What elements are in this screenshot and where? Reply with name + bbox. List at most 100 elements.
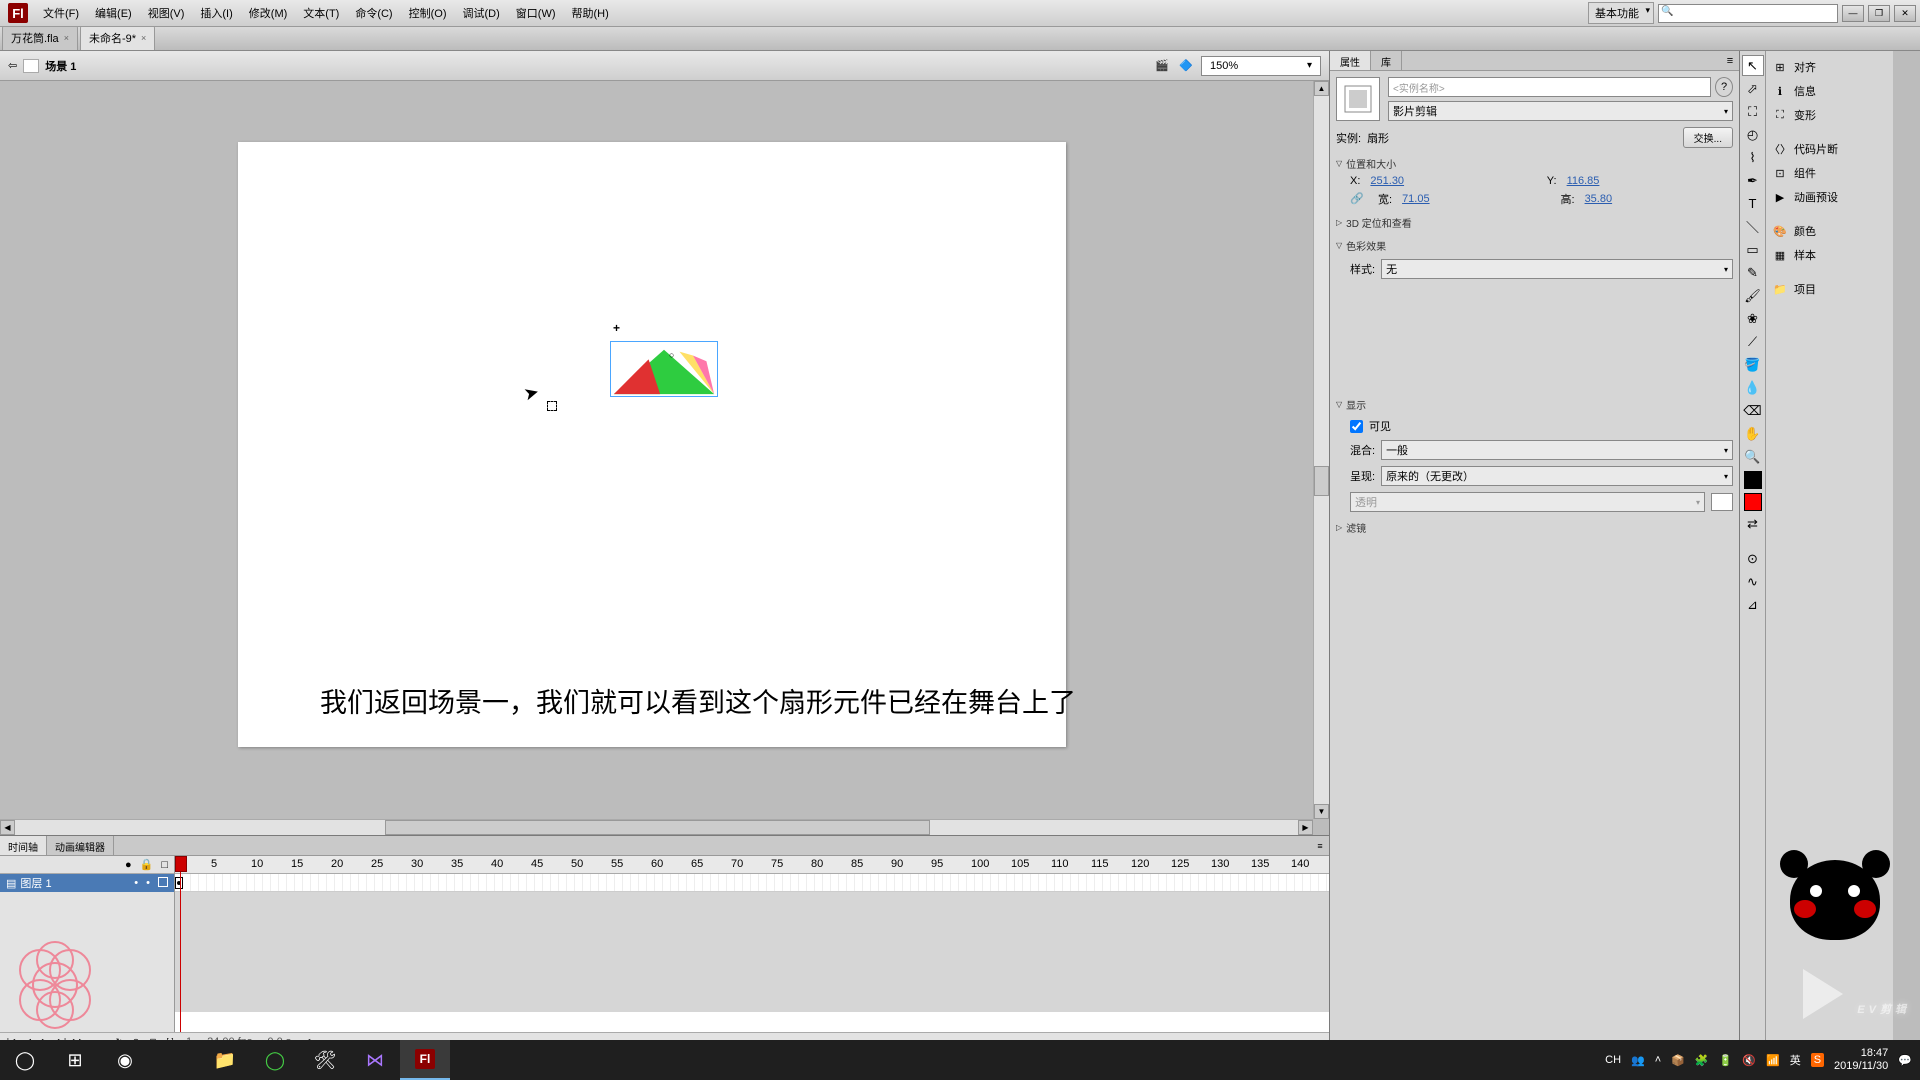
straighten-option-icon[interactable]: ⊿ <box>1742 594 1764 615</box>
fill-color-swatch[interactable] <box>1744 493 1762 511</box>
keyframe-icon[interactable] <box>175 877 183 889</box>
panel-align[interactable]: ⊞对齐 <box>1770 55 1889 79</box>
y-value[interactable]: 116.85 <box>1567 175 1733 187</box>
taskbar-clock[interactable]: 18:47 2019/11/30 <box>1834 1047 1888 1073</box>
lock-column-icon[interactable]: 🔒 <box>140 858 154 871</box>
tab-library[interactable]: 库 <box>1371 51 1402 70</box>
browser-icon[interactable]: ◯ <box>250 1040 300 1080</box>
tray-chevron-icon[interactable]: ˄ <box>1655 1054 1661 1066</box>
section-filters[interactable]: 滤镜 <box>1336 520 1733 535</box>
tray-app-icon[interactable]: 🧩 <box>1695 1054 1709 1067</box>
zoom-tool-icon[interactable]: 🔍 <box>1742 446 1764 467</box>
menu-window[interactable]: 窗口(W) <box>509 1 563 25</box>
close-button[interactable]: ✕ <box>1894 5 1916 22</box>
scroll-left-icon[interactable]: ◀ <box>0 820 15 835</box>
section-3d[interactable]: 3D 定位和查看 <box>1336 215 1733 230</box>
horizontal-scrollbar[interactable]: ◀ ▶ <box>0 819 1313 835</box>
section-colorfx[interactable]: 色彩效果 <box>1336 238 1733 253</box>
task-view-button[interactable]: ⊞ <box>50 1040 100 1080</box>
deco-tool-icon[interactable]: ❀ <box>1742 308 1764 329</box>
bg-color-swatch[interactable] <box>1711 493 1733 511</box>
tab-timeline[interactable]: 时间轴 <box>0 836 47 855</box>
scroll-thumb[interactable] <box>1314 466 1329 496</box>
document-tab[interactable]: 万花筒.fla× <box>2 25 78 50</box>
edit-symbol-icon[interactable]: 🔷 <box>1177 57 1195 75</box>
panel-menu-icon[interactable]: ≡ <box>1721 51 1739 70</box>
menu-file[interactable]: 文件(F) <box>36 1 86 25</box>
scene-label[interactable]: 场景 1 <box>45 58 76 74</box>
pencil-tool-icon[interactable]: ✎ <box>1742 262 1764 283</box>
edit-scene-icon[interactable]: 🎬 <box>1153 57 1171 75</box>
bone-tool-icon[interactable]: ⟋ <box>1742 331 1764 352</box>
selection-tool-icon[interactable]: ↖ <box>1742 55 1764 76</box>
vertical-scrollbar[interactable]: ▲ ▼ <box>1313 81 1329 819</box>
flash-icon[interactable]: Fl <box>400 1040 450 1080</box>
menu-ctrl[interactable]: 控制(O) <box>402 1 454 25</box>
free-transform-tool-icon[interactable]: ⛶ <box>1742 101 1764 122</box>
bucket-tool-icon[interactable]: 🪣 <box>1742 354 1764 375</box>
width-value[interactable]: 71.05 <box>1402 193 1550 205</box>
symbol-type-dropdown[interactable]: 影片剪辑 <box>1388 101 1733 121</box>
panel-info[interactable]: ℹ信息 <box>1770 79 1889 103</box>
outline-column-icon[interactable]: □ <box>161 859 168 871</box>
scroll-right-icon[interactable]: ▶ <box>1298 820 1313 835</box>
section-pos-size[interactable]: 位置和大小 <box>1336 156 1733 171</box>
menu-view[interactable]: 视图(V) <box>141 1 192 25</box>
ime-lang[interactable]: 英 <box>1790 1052 1801 1068</box>
snap-option-icon[interactable]: ⊙ <box>1742 548 1764 569</box>
color-style-dropdown[interactable]: 无 <box>1381 259 1733 279</box>
scroll-up-icon[interactable]: ▲ <box>1314 81 1329 96</box>
maximize-button[interactable]: ❐ <box>1868 5 1890 22</box>
panel-menu-icon[interactable]: ≡ <box>1311 836 1329 855</box>
instance-name-input[interactable]: <实例名称> <box>1388 77 1711 97</box>
rectangle-tool-icon[interactable]: ▭ <box>1742 239 1764 260</box>
scroll-down-icon[interactable]: ▼ <box>1314 804 1329 819</box>
tab-motion-editor[interactable]: 动画编辑器 <box>47 836 114 855</box>
swap-colors-icon[interactable]: ⇄ <box>1742 513 1764 534</box>
visible-checkbox[interactable] <box>1350 420 1363 433</box>
panel-presets[interactable]: ▶动画预设 <box>1770 185 1889 209</box>
tools-icon[interactable]: 🛠 <box>300 1040 350 1080</box>
explorer-icon[interactable]: 📁 <box>200 1040 250 1080</box>
line-tool-icon[interactable]: ＼ <box>1742 216 1764 237</box>
tab-properties[interactable]: 属性 <box>1330 51 1371 70</box>
menu-insert[interactable]: 插入(I) <box>193 1 239 25</box>
people-icon[interactable]: 👥 <box>1631 1054 1645 1067</box>
start-button[interactable]: ◯ <box>0 1040 50 1080</box>
selected-symbol[interactable] <box>610 341 718 397</box>
menu-modify[interactable]: 修改(M) <box>242 1 295 25</box>
pen-tool-icon[interactable]: ✒ <box>1742 170 1764 191</box>
lasso-tool-icon[interactable]: ⌇ <box>1742 147 1764 168</box>
vs-icon[interactable]: ⋈ <box>350 1040 400 1080</box>
close-icon[interactable]: × <box>64 33 69 43</box>
stage-area[interactable]: + ○ 我们返回场景一，我们就可以看到这个扇形元件已经在舞台上了 ➤ ▲ ▼ ◀… <box>0 81 1329 835</box>
frame-row[interactable] <box>175 874 1329 892</box>
height-value[interactable]: 35.80 <box>1585 193 1733 205</box>
transparent-dropdown[interactable]: 透明 <box>1350 492 1705 512</box>
panel-project[interactable]: 📁项目 <box>1770 277 1889 301</box>
help-search-input[interactable] <box>1658 4 1838 23</box>
menu-debug[interactable]: 调试(D) <box>456 1 507 25</box>
help-icon[interactable]: ? <box>1715 77 1733 97</box>
text-tool-icon[interactable]: T <box>1742 193 1764 214</box>
minimize-button[interactable]: — <box>1842 5 1864 22</box>
subselection-tool-icon[interactable]: ⬀ <box>1742 78 1764 99</box>
lock-ratio-icon[interactable]: 🔗 <box>1350 192 1364 206</box>
menu-help[interactable]: 帮助(H) <box>565 1 616 25</box>
stage-canvas[interactable] <box>238 142 1066 747</box>
hand-tool-icon[interactable]: ✋ <box>1742 423 1764 444</box>
menu-cmd[interactable]: 命令(C) <box>348 1 399 25</box>
panel-transform[interactable]: ⛶变形 <box>1770 103 1889 127</box>
x-value[interactable]: 251.30 <box>1370 175 1536 187</box>
ime-short[interactable]: CH <box>1605 1054 1621 1066</box>
3d-rotate-tool-icon[interactable]: ◴ <box>1742 124 1764 145</box>
render-dropdown[interactable]: 原来的（无更改） <box>1381 466 1733 486</box>
layer-row[interactable]: ▤ 图层 1 •• <box>0 874 174 892</box>
eyedropper-tool-icon[interactable]: 💧 <box>1742 377 1764 398</box>
section-display[interactable]: 显示 <box>1336 397 1733 412</box>
panel-snippets[interactable]: 〈〉代码片断 <box>1770 137 1889 161</box>
notifications-icon[interactable]: 💬 <box>1898 1054 1912 1067</box>
panel-color[interactable]: 🎨颜色 <box>1770 219 1889 243</box>
wifi-icon[interactable]: 📶 <box>1766 1054 1780 1067</box>
menu-edit[interactable]: 编辑(E) <box>88 1 139 25</box>
